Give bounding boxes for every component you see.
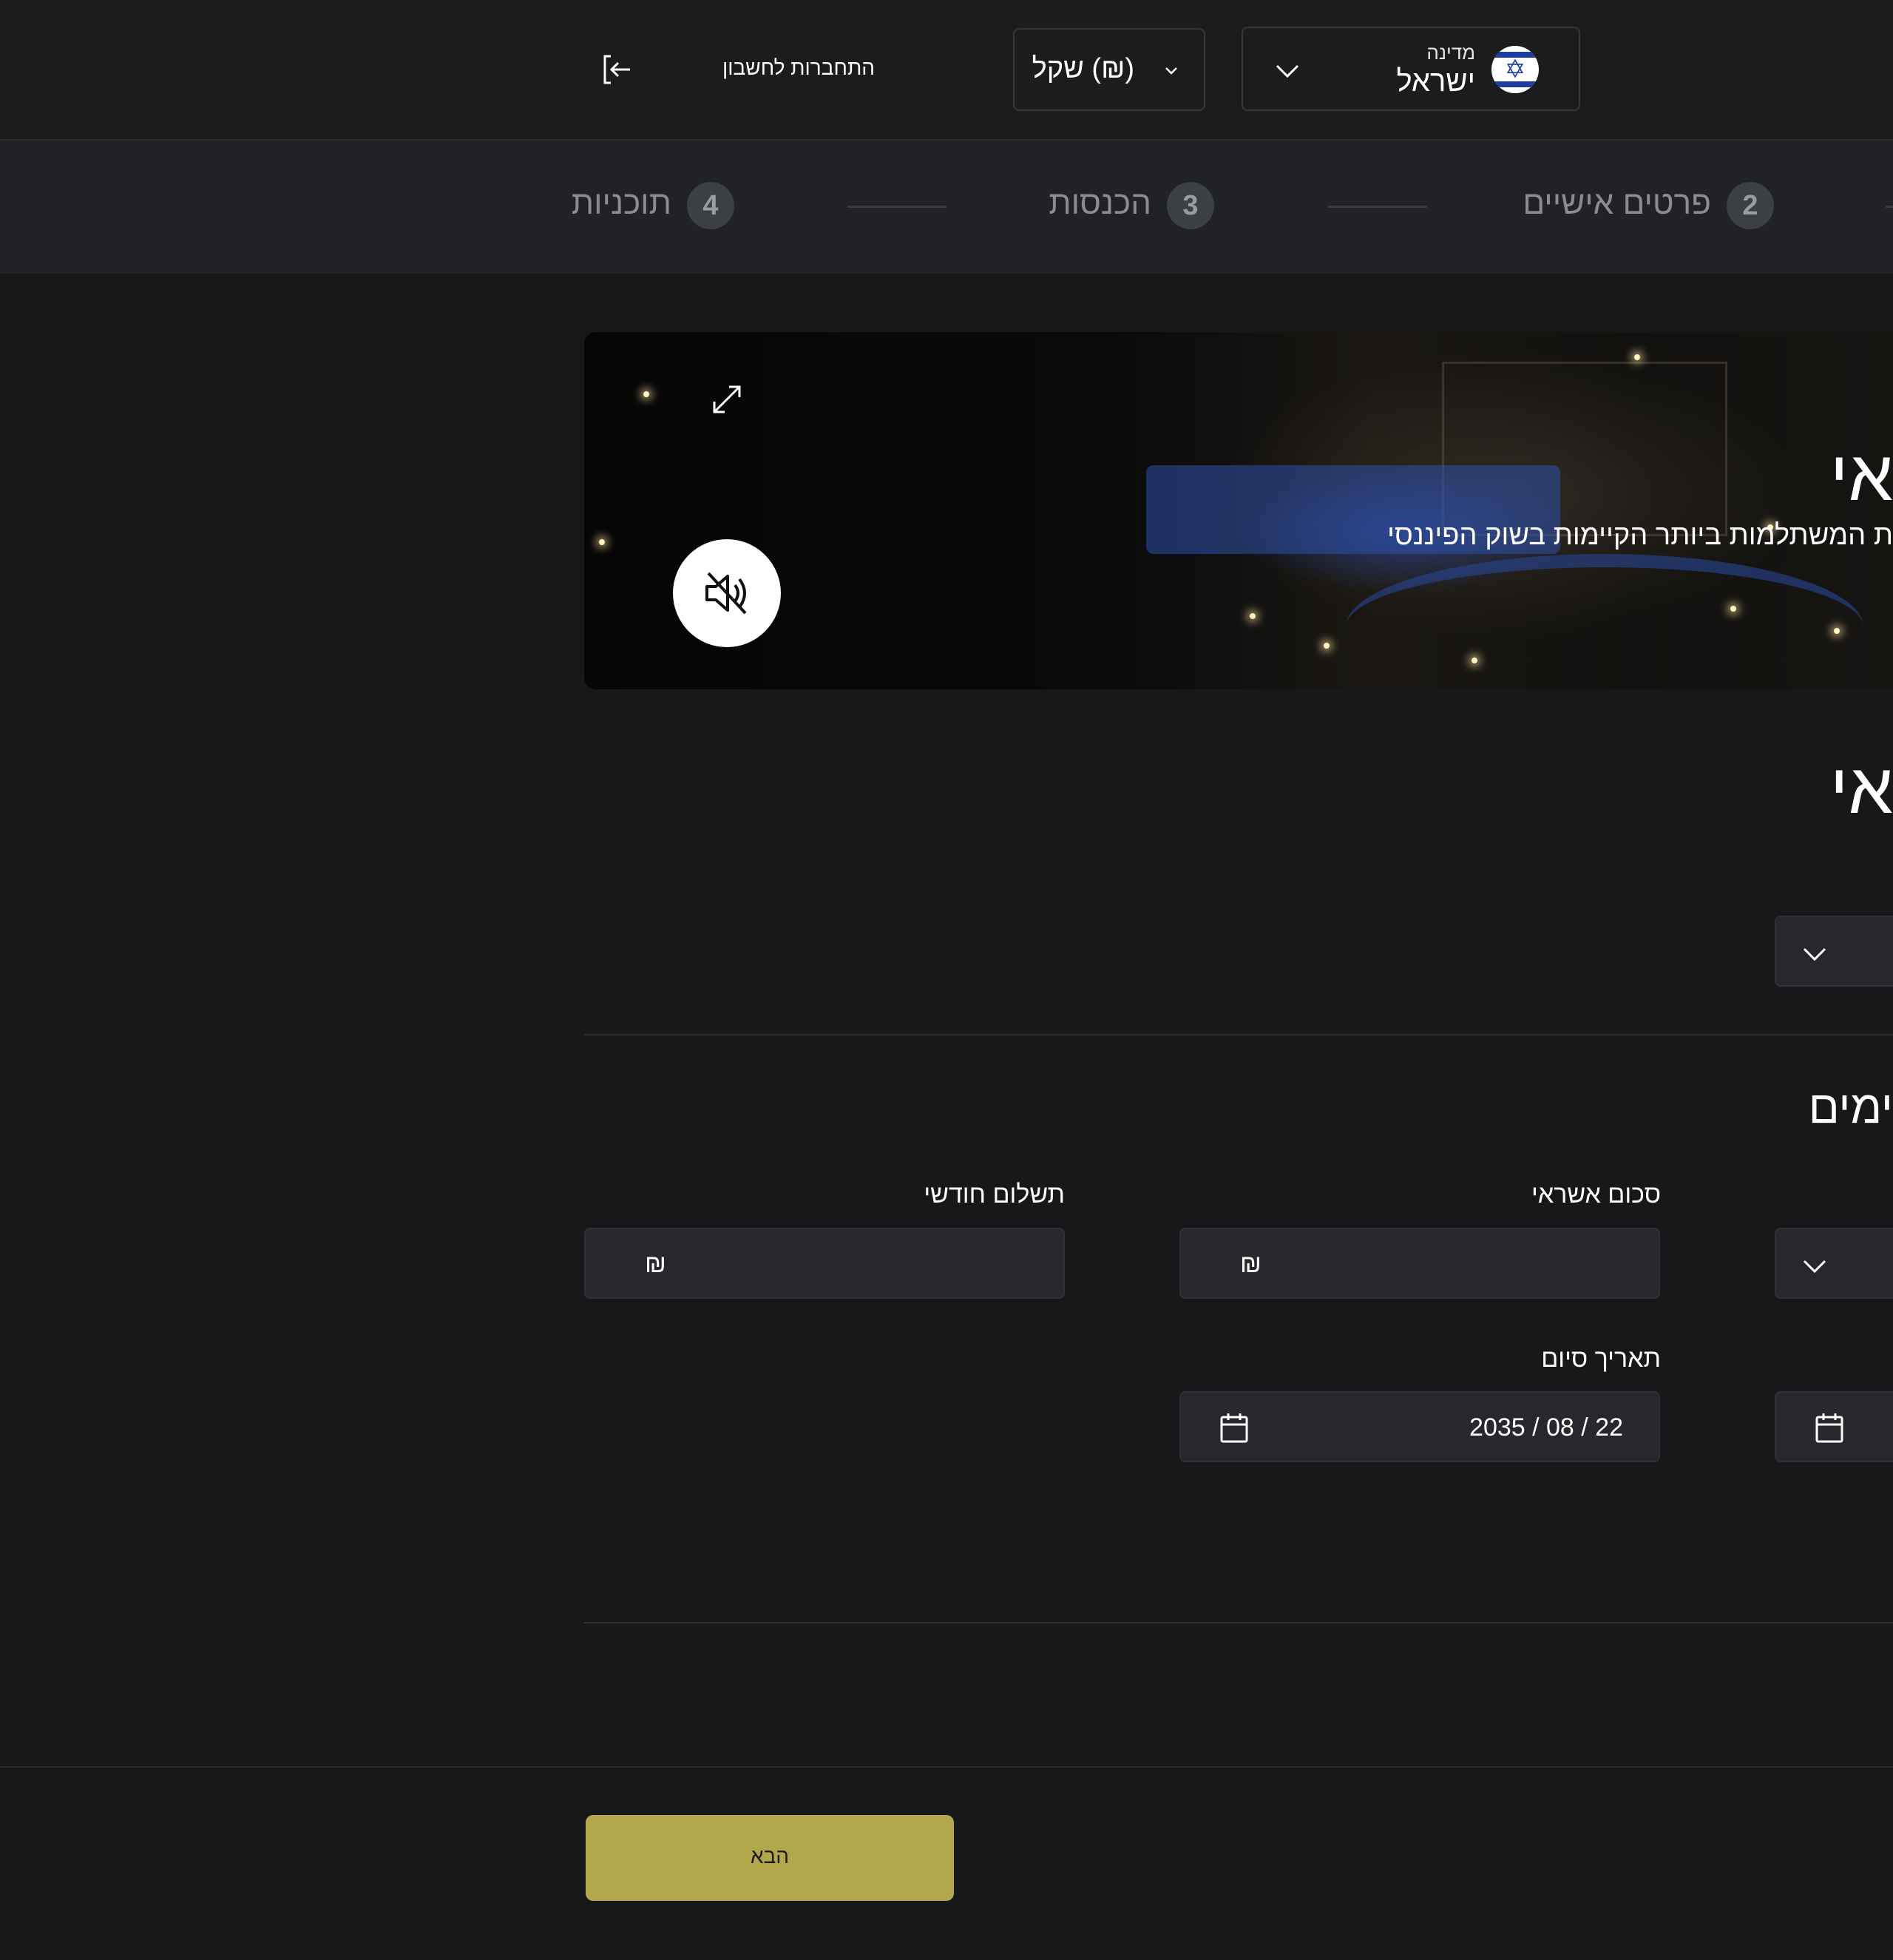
end-date-field[interactable]: 2035 / 08 / 22 bbox=[1179, 1391, 1660, 1462]
step-2-number: 2 bbox=[1727, 182, 1774, 229]
promo-video[interactable]: אי ת המשתלמות ביותר הקיימות בשוק הפיננסי bbox=[584, 332, 1893, 689]
end-date-label: תאריך סיום bbox=[1541, 1345, 1661, 1373]
end-date-value: 2035 / 08 / 22 bbox=[1469, 1413, 1623, 1442]
footer-divider bbox=[0, 1766, 1893, 1768]
next-button[interactable]: הבא bbox=[586, 1815, 954, 1901]
shekel-icon: ₪ bbox=[645, 1250, 666, 1278]
chevron-down-icon bbox=[1803, 947, 1826, 962]
top-header: מדינה ישראל ✡ (₪) שקל התחברות לחשבון bbox=[0, 0, 1893, 141]
step-connector bbox=[847, 206, 946, 208]
step-4-label[interactable]: תוכניות bbox=[572, 185, 671, 222]
chevron-down-icon bbox=[1803, 1260, 1826, 1274]
step-3-label[interactable]: הכנסות bbox=[1049, 185, 1151, 222]
next-button-label: הבא bbox=[750, 1845, 790, 1868]
country-select-value: ישראל bbox=[1396, 65, 1475, 98]
step-3-number: 3 bbox=[1167, 182, 1214, 229]
loan-type-select[interactable] bbox=[1775, 916, 1893, 987]
credit-amount-field[interactable]: ₪ bbox=[1179, 1228, 1660, 1299]
step-4-number: 4 bbox=[687, 182, 734, 229]
shekel-icon: ₪ bbox=[1240, 1250, 1262, 1278]
section-divider bbox=[584, 1034, 1893, 1035]
currency-select-value: (₪) שקל bbox=[1032, 53, 1134, 84]
chevron-down-icon bbox=[1276, 64, 1299, 78]
term-select[interactable] bbox=[1775, 1228, 1893, 1299]
section-divider bbox=[584, 1622, 1893, 1623]
currency-select[interactable]: (₪) שקל bbox=[1013, 28, 1205, 111]
calendar-icon[interactable] bbox=[1219, 1412, 1249, 1444]
login-arrow-icon[interactable] bbox=[600, 53, 633, 86]
monthly-payment-field[interactable]: ₪ bbox=[584, 1228, 1065, 1299]
section-subtitle: ימים bbox=[1808, 1082, 1893, 1133]
login-link[interactable]: התחברות לחשבון bbox=[710, 56, 887, 80]
chevron-down-icon bbox=[1165, 67, 1177, 75]
expand-icon[interactable] bbox=[710, 382, 744, 416]
credit-amount-label: סכום אשראי bbox=[1531, 1180, 1661, 1209]
step-2-label[interactable]: פרטים אישיים bbox=[1523, 185, 1711, 222]
israel-flag-icon: ✡ bbox=[1491, 46, 1539, 93]
progress-stepper: 2 פרטים אישיים 3 הכנסות 4 תוכניות bbox=[0, 141, 1893, 274]
calendar-icon[interactable] bbox=[1815, 1412, 1844, 1444]
video-title: אי bbox=[1829, 436, 1893, 516]
section-title: אי bbox=[1829, 749, 1893, 828]
speaker-muted-icon bbox=[705, 572, 747, 615]
video-subtitle: ת המשתלמות ביותר הקיימות בשוק הפיננסי bbox=[1387, 520, 1893, 551]
start-date-field[interactable] bbox=[1775, 1391, 1893, 1462]
step-connector bbox=[1886, 206, 1893, 208]
country-select[interactable]: מדינה ישראל ✡ bbox=[1242, 27, 1580, 111]
country-select-label: מדינה bbox=[1426, 41, 1475, 64]
step-connector bbox=[1328, 206, 1427, 208]
monthly-payment-label: תשלום חודשי bbox=[924, 1180, 1065, 1209]
mute-toggle-button[interactable] bbox=[673, 539, 781, 647]
